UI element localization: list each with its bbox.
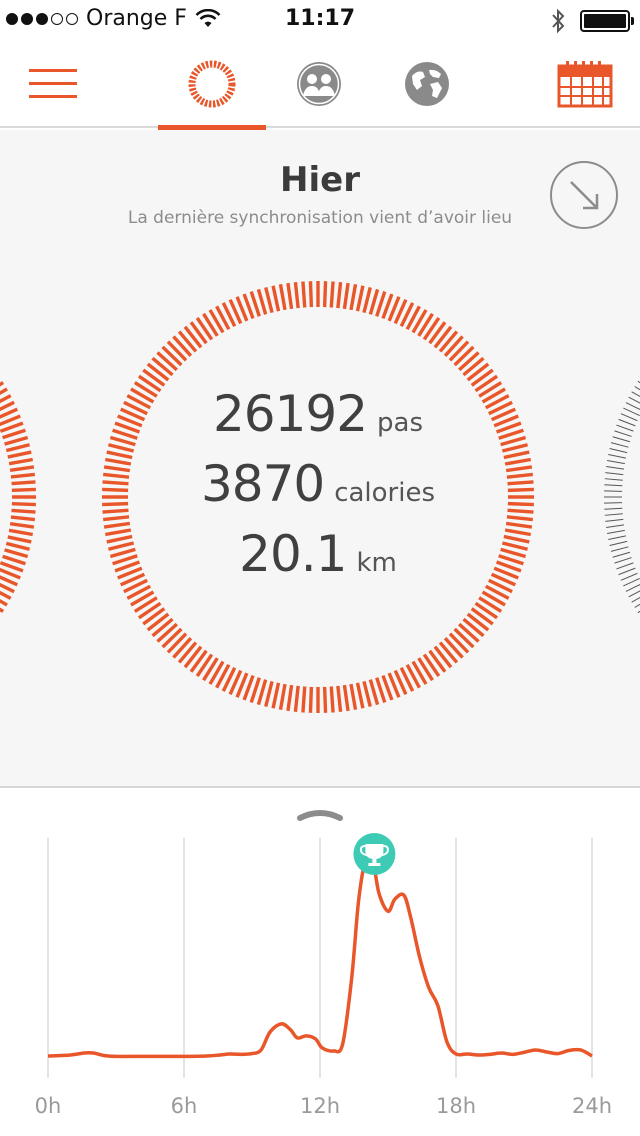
sync-status: La dernière synchronisation vient d’avoi… — [127, 208, 513, 228]
bluetooth-icon — [552, 8, 565, 34]
calendar-button[interactable] — [550, 40, 620, 128]
activity-line-chart — [47, 833, 593, 1078]
hamburger-menu-icon — [29, 69, 77, 98]
calories-value: 3870 — [200, 455, 325, 513]
steps-value: 26192 — [212, 385, 368, 443]
distance-unit: km — [356, 548, 397, 578]
x-tick-label: 18h — [435, 1094, 477, 1118]
nav-bar — [0, 40, 640, 130]
expand-arrow-button[interactable] — [549, 160, 619, 230]
day-title: Hier — [280, 160, 360, 200]
distance-value: 20.1 — [239, 525, 347, 583]
calories-unit: calories — [334, 478, 436, 508]
x-tick-label: 24h — [571, 1094, 613, 1118]
battery-icon — [580, 10, 634, 32]
status-time: 11:17 — [284, 6, 356, 31]
globe-icon — [405, 62, 449, 106]
calendar-icon — [557, 61, 613, 108]
x-tick-label: 6h — [170, 1094, 198, 1118]
menu-button[interactable] — [20, 40, 86, 128]
distance-stat: 20.1 km — [100, 525, 536, 595]
tab-friends[interactable] — [284, 40, 354, 128]
tab-world[interactable] — [392, 40, 462, 128]
next-day-ring — [604, 380, 640, 614]
calories-stat: 3870 calories — [100, 455, 536, 525]
x-tick-label: 0h — [34, 1094, 62, 1118]
x-tick-label: 12h — [299, 1094, 341, 1118]
friends-icon — [297, 62, 341, 106]
stats-block: 26192 pas 3870 calories 20.1 km — [100, 385, 536, 595]
trophy-icon[interactable] — [353, 833, 396, 875]
activity-chart[interactable]: 0h 6h 12h 18h 24h — [0, 790, 640, 1136]
status-bar: Orange F 11:17 — [0, 0, 640, 40]
steps-unit: pas — [377, 408, 424, 438]
daily-summary[interactable]: Hier La dernière synchronisation vient d… — [0, 130, 640, 788]
tab-activity[interactable] — [158, 40, 266, 130]
activity-ring-icon — [188, 60, 236, 108]
arrow-down-right-icon — [570, 181, 599, 210]
steps-stat: 26192 pas — [100, 385, 536, 455]
previous-day-ring — [0, 377, 36, 617]
